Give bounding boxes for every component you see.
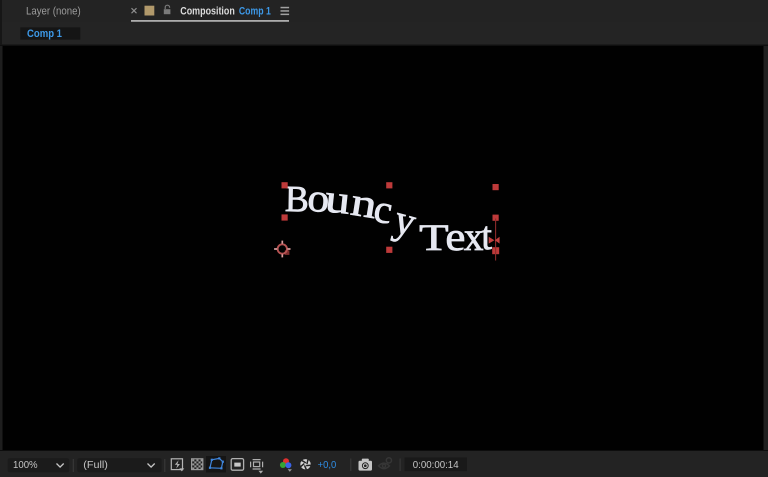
svg-text:t: t [481, 214, 492, 258]
svg-text:Composition: Composition [180, 6, 235, 18]
svg-text:(Full): (Full) [83, 460, 108, 471]
svg-text:e: e [445, 216, 465, 260]
svg-text:Comp 1: Comp 1 [27, 28, 62, 40]
svg-text:Comp 1: Comp 1 [239, 6, 271, 18]
svg-text:100%: 100% [13, 460, 38, 471]
svg-text:T: T [419, 218, 448, 258]
svg-text:+0,0: +0,0 [318, 459, 337, 471]
svg-text:0:00:00:14: 0:00:00:14 [413, 459, 459, 471]
svg-text:Layer (none): Layer (none) [26, 6, 81, 18]
